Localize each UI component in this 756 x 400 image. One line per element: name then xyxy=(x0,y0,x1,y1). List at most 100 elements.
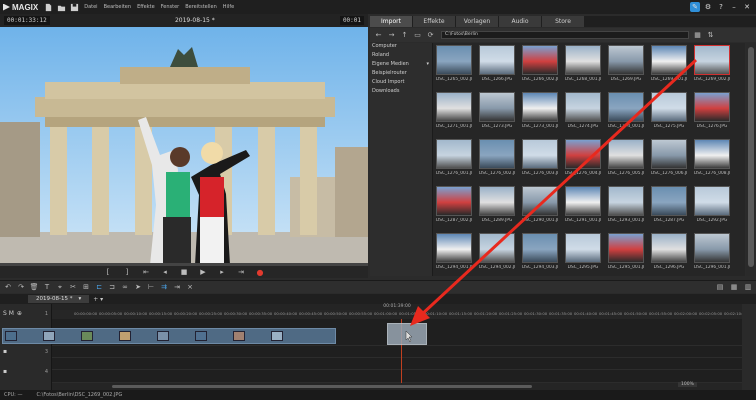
close-icon[interactable]: ✕ xyxy=(742,2,752,12)
up-folder-icon[interactable]: ↑ xyxy=(400,31,409,40)
forward-arrow-icon[interactable]: → xyxy=(387,31,396,40)
clip-thumbnail[interactable] xyxy=(157,331,169,341)
path-field[interactable]: C:\Fotos\Berlin xyxy=(441,31,689,39)
refresh-icon[interactable]: ⟳ xyxy=(426,31,435,40)
trim-icon[interactable]: ⊞ xyxy=(82,283,90,291)
media-thumbnail[interactable]: DSC_1287_002.JPG xyxy=(436,186,472,230)
open-folder-icon[interactable] xyxy=(57,3,66,12)
media-thumbnail[interactable]: DSC_1265_002.JPG xyxy=(436,45,472,89)
track-lane-3[interactable] xyxy=(52,358,742,370)
new-folder-icon[interactable]: ▭ xyxy=(413,31,422,40)
tab-import[interactable]: Import xyxy=(370,16,412,27)
media-thumbnail[interactable]: DSC_1276_002.JPG xyxy=(479,139,515,183)
media-thumbnail[interactable]: DSC_1287.JPG xyxy=(651,186,687,230)
sort-icon[interactable]: ⇅ xyxy=(706,31,715,40)
lock-icon[interactable]: ⊕ xyxy=(17,310,22,317)
tab-project[interactable]: 2019-08-15 * ▾ xyxy=(28,295,90,303)
media-thumbnail[interactable]: DSC_1294_003.JPG xyxy=(522,233,558,276)
forward-icon[interactable]: ▸ xyxy=(218,268,227,277)
track-lock-icon[interactable]: ▪ xyxy=(3,368,7,375)
media-thumbnail[interactable]: DSC_1293_001.JPG xyxy=(608,186,644,230)
back-arrow-icon[interactable]: ← xyxy=(374,31,383,40)
tab-vorlagen[interactable]: Vorlagen xyxy=(456,16,498,27)
play-icon[interactable]: ▶ xyxy=(199,268,208,277)
media-thumbnail[interactable]: DSC_1276.JPG xyxy=(694,92,730,136)
media-thumbnail[interactable]: DSC_1269_002.JPG xyxy=(694,45,730,89)
track-mute-icon[interactable]: ▪ xyxy=(3,348,7,355)
minimize-icon[interactable]: – xyxy=(729,2,739,12)
track-header-3[interactable]: ▪ 3 xyxy=(0,348,52,355)
marker-icon[interactable]: ⌖ xyxy=(56,283,64,291)
track-lane-4[interactable] xyxy=(52,370,742,383)
menu-bereitstellen[interactable]: Bereitstellen xyxy=(182,4,220,10)
clip-thumbnail[interactable] xyxy=(43,331,55,341)
clip-thumbnail[interactable] xyxy=(195,331,207,341)
tree-item-computer[interactable]: Computer xyxy=(370,43,432,52)
mediapool-scrollbar[interactable] xyxy=(746,43,756,276)
pointer-icon[interactable]: ➤ xyxy=(134,283,142,291)
media-thumbnail[interactable]: DSC_1289.JPG xyxy=(479,186,515,230)
media-thumbnail[interactable]: DSC_1294_002.JPG xyxy=(479,233,515,276)
clip-thumbnail[interactable] xyxy=(271,331,283,341)
media-thumbnail[interactable]: DSC_1269.JPG xyxy=(608,45,644,89)
media-thumbnail[interactable]: DSC_1266.JPG xyxy=(479,45,515,89)
mode-icon[interactable]: ⊏ xyxy=(95,283,103,291)
media-thumbnail[interactable]: DSC_1292.JPG xyxy=(694,186,730,230)
media-thumbnail[interactable]: DSC_1276_001.JPG xyxy=(436,139,472,183)
tree-item-cloud-import[interactable]: Cloud Import xyxy=(370,79,432,88)
tab-effekte[interactable]: Effekte xyxy=(413,16,455,27)
track-header-4[interactable]: ▪ 4 xyxy=(0,368,52,375)
media-thumbnail[interactable]: DSC_1295.JPG xyxy=(565,233,601,276)
media-thumbnail[interactable]: DSC_1276_004.JPG xyxy=(565,139,601,183)
link-icon[interactable]: ∞ xyxy=(121,283,129,291)
media-thumbnail[interactable]: DSC_1268_001.JPG xyxy=(565,45,601,89)
add-tab-icon[interactable]: + ▾ xyxy=(93,296,103,303)
media-thumbnail[interactable]: DSC_1271_001.JPG xyxy=(436,92,472,136)
menu-datei[interactable]: Datei xyxy=(81,4,100,10)
media-thumbnail[interactable]: DSC_1294_001.JPG xyxy=(436,233,472,276)
tree-item-roland[interactable]: Roland xyxy=(370,52,432,61)
preview-monitor[interactable] xyxy=(0,27,368,263)
timeline-ruler[interactable]: 00:00:00:00 00:00:05:00 00:00:10:00 00:00:1… xyxy=(52,310,742,319)
media-thumbnail[interactable]: DSC_1276_008.JPG xyxy=(694,139,730,183)
clip-thumbnail[interactable] xyxy=(5,331,17,341)
track-lane-2[interactable] xyxy=(52,346,742,358)
mixer-view-icon[interactable]: ▥ xyxy=(744,283,752,291)
new-file-icon[interactable] xyxy=(44,3,53,12)
next-marker-icon[interactable]: ⇥ xyxy=(237,268,246,277)
mark-out-icon[interactable]: ] xyxy=(123,268,132,277)
cursor-tool-icon[interactable]: ✎ xyxy=(690,2,700,12)
media-thumbnail[interactable]: DSC_1291_001.JPG xyxy=(565,186,601,230)
media-thumbnail[interactable]: DSC_1273.JPG xyxy=(479,92,515,136)
tree-item-downloads[interactable]: Downloads xyxy=(370,88,432,97)
media-thumbnail[interactable]: DSC_1275.JPG xyxy=(651,92,687,136)
media-thumbnail[interactable]: DSC_1269_001.JPG xyxy=(651,45,687,89)
snap-icon[interactable]: ⇥ xyxy=(173,283,181,291)
tree-item-beispielrouter[interactable]: Beispielrouter xyxy=(370,70,432,79)
split-icon[interactable]: ✂ xyxy=(69,283,77,291)
media-thumbnail[interactable]: DSC_1296_001.JPG xyxy=(694,233,730,276)
media-thumbnail[interactable]: DSC_1276_003.JPG xyxy=(522,139,558,183)
clip-thumbnail[interactable] xyxy=(233,331,245,341)
menu-effekte[interactable]: Effekte xyxy=(134,4,158,10)
storyboard-view-icon[interactable]: ▤ xyxy=(716,283,724,291)
zoom-level[interactable]: 100% xyxy=(678,382,697,387)
media-thumbnail[interactable]: DSC_1273_001.JPG xyxy=(522,92,558,136)
group-icon[interactable]: ⊐ xyxy=(108,283,116,291)
range-icon[interactable]: ⊢ xyxy=(147,283,155,291)
save-icon[interactable] xyxy=(70,3,79,12)
media-thumbnail[interactable]: DSC_1266_002.JPG xyxy=(522,45,558,89)
title-icon[interactable]: T xyxy=(43,283,51,291)
help-icon[interactable]: ? xyxy=(716,2,726,12)
tab-store[interactable]: Store xyxy=(542,16,584,27)
timeline-scrollbar[interactable] xyxy=(52,383,742,390)
undo-icon[interactable]: ↶ xyxy=(4,283,12,291)
clip-thumbnail[interactable] xyxy=(119,331,131,341)
menu-hilfe[interactable]: Hilfe xyxy=(220,4,237,10)
ripple-icon[interactable]: ⇉ xyxy=(160,283,168,291)
rewind-icon[interactable]: ◂ xyxy=(161,268,170,277)
media-thumbnail[interactable]: DSC_1274_001.JPG xyxy=(608,92,644,136)
tab-audio[interactable]: Audio xyxy=(499,16,541,27)
crossfade-icon[interactable]: ⨯ xyxy=(186,283,194,291)
menu-bearbeiten[interactable]: Bearbeiten xyxy=(101,4,134,10)
